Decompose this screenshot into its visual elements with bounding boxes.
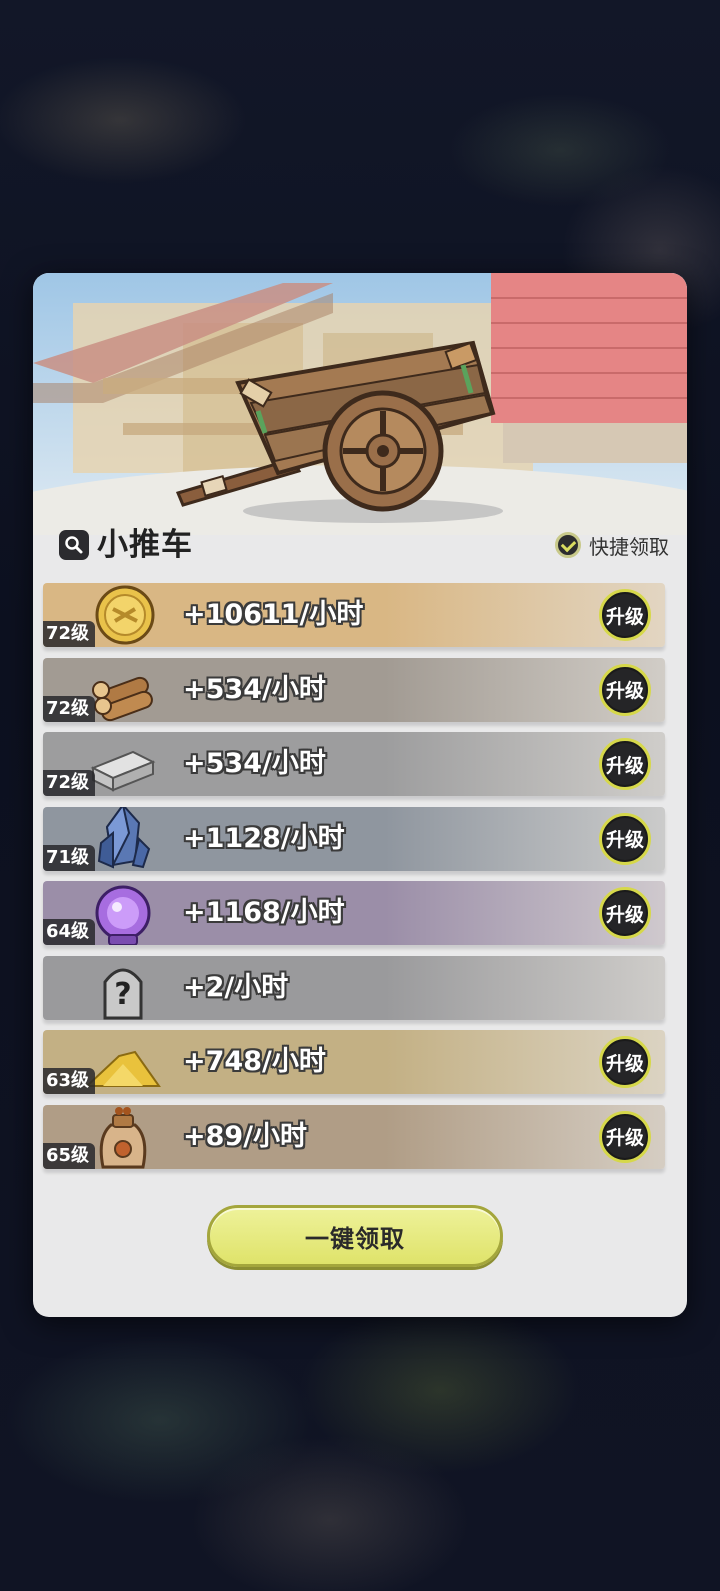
upgrade-button[interactable]: 升级: [599, 887, 651, 939]
production-rate: +1128/小时: [183, 822, 345, 854]
resource-row-orb: 64级 +1168/小时 升级: [43, 881, 665, 945]
resource-row-wood: 72级 +534/小时 升级: [43, 657, 665, 722]
level-badge: 65级: [43, 1142, 96, 1169]
upgrade-button[interactable]: 升级: [599, 1036, 651, 1088]
production-rate: +534/小时: [183, 748, 326, 779]
quick-claim-label: 快捷领取: [589, 534, 669, 559]
level-badge: 64级: [43, 919, 96, 945]
search-icon[interactable]: [59, 530, 89, 560]
production-rate: +10611/小时: [183, 599, 364, 630]
upgrade-button[interactable]: 升级: [599, 663, 651, 716]
resource-row-grain-sack: 65级 +89/小时 升级: [43, 1104, 665, 1169]
production-rate: +89/小时: [183, 1120, 308, 1152]
production-rate: +534/小时: [183, 673, 326, 705]
claim-footer: 一键领取: [33, 1205, 687, 1267]
page-title: 小推车: [97, 527, 193, 563]
resource-row-stone: 72级 +534/小时 升级: [43, 732, 665, 796]
cart-banner: [33, 273, 687, 535]
upgrade-button[interactable]: 升级: [599, 812, 651, 865]
title-row: 小推车 快捷领取: [59, 525, 669, 565]
production-rate: +748/小时: [183, 1046, 326, 1077]
production-rate: +2/小时: [183, 971, 289, 1003]
claim-all-button[interactable]: 一键领取: [207, 1205, 503, 1267]
level-badge: 72级: [43, 695, 96, 722]
cart-dialog: 小推车 快捷领取 72级 +10611/小时 升级 72级 +534/小时 升级 72级 +5…: [33, 273, 687, 1317]
cart-illustration: [33, 273, 687, 535]
level-badge: 63级: [43, 1068, 96, 1094]
level-badge: 72级: [43, 770, 96, 796]
resource-row-crystal: 71级 +1128/小时 升级: [43, 806, 665, 871]
upgrade-button[interactable]: 升级: [599, 589, 651, 641]
level-badge: 72级: [43, 621, 96, 647]
level-badge: 71级: [43, 844, 96, 871]
quick-claim-toggle[interactable]: 快捷领取: [555, 531, 669, 559]
upgrade-button[interactable]: 升级: [599, 1110, 651, 1163]
upgrade-button[interactable]: 升级: [599, 738, 651, 790]
production-rate: +1168/小时: [183, 897, 345, 928]
resource-row-gold-coin: 72级 +10611/小时 升级: [43, 583, 665, 647]
resource-row-sand: 63级 +748/小时 升级: [43, 1030, 665, 1094]
check-icon[interactable]: [555, 532, 581, 558]
resource-row-mystery: ? +2/小时: [43, 955, 665, 1020]
svg-text:?: ?: [114, 977, 131, 1012]
mystery-icon: ?: [83, 956, 163, 1020]
